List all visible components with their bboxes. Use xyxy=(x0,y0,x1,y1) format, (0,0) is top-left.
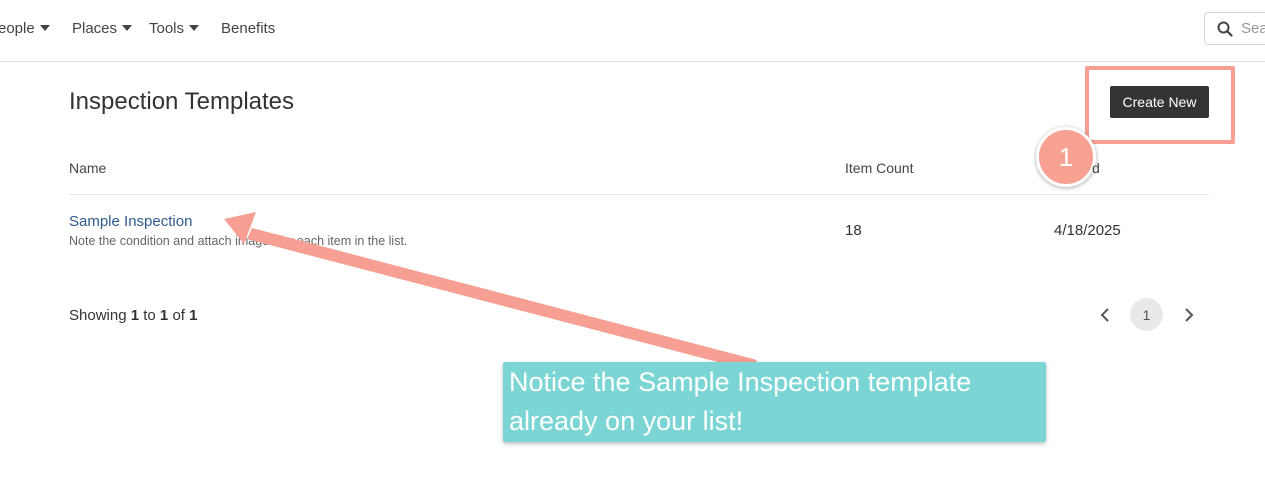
nav-item-people[interactable]: eople xyxy=(0,20,50,37)
showing-of-word: of xyxy=(172,307,185,324)
showing-to: 1 xyxy=(159,307,169,324)
highlight-box xyxy=(1085,66,1235,144)
table-divider xyxy=(69,194,1209,195)
nav-item-benefits[interactable]: Benefits xyxy=(221,20,275,37)
column-header-item-count[interactable]: Item Count xyxy=(845,160,913,176)
showing-total: 1 xyxy=(189,307,198,324)
template-description: Note the condition and attach images for… xyxy=(69,234,408,248)
caret-down-icon xyxy=(122,24,133,31)
caret-down-icon xyxy=(39,24,50,31)
search-placeholder: Sea xyxy=(1241,20,1265,37)
nav-item-places[interactable]: Places xyxy=(72,20,133,37)
pagination-summary: Showing 1 to 1 of 1 xyxy=(69,307,197,324)
top-navigation: eople Places Tools Benefits Sea xyxy=(0,0,1265,62)
showing-prefix: Showing xyxy=(69,307,127,324)
previous-page-button[interactable] xyxy=(1090,300,1120,330)
column-header-name[interactable]: Name xyxy=(69,160,106,176)
template-date: 4/18/2025 xyxy=(1054,222,1121,239)
tutorial-callout: Notice the Sample Inspection template al… xyxy=(503,362,1046,442)
template-item-count: 18 xyxy=(845,222,862,239)
nav-item-label: Places xyxy=(72,20,118,37)
search-icon xyxy=(1217,21,1233,37)
caret-down-icon xyxy=(189,24,200,31)
nav-item-label: Tools xyxy=(149,20,185,37)
step-badge: 1 xyxy=(1036,127,1096,187)
search-input[interactable]: Sea xyxy=(1204,12,1265,45)
nav-item-label: Benefits xyxy=(221,20,276,37)
column-header-date-partial: d xyxy=(1092,160,1100,176)
chevron-left-icon xyxy=(1100,308,1109,322)
next-page-button[interactable] xyxy=(1174,300,1204,330)
nav-item-label: eople xyxy=(0,20,35,37)
showing-to-word: to xyxy=(143,307,156,324)
template-name-link[interactable]: Sample Inspection xyxy=(69,213,192,230)
page-title: Inspection Templates xyxy=(69,88,295,115)
chevron-right-icon xyxy=(1185,308,1194,322)
nav-item-tools[interactable]: Tools xyxy=(149,20,200,37)
showing-from: 1 xyxy=(130,307,140,324)
page-number-button[interactable]: 1 xyxy=(1130,298,1163,331)
